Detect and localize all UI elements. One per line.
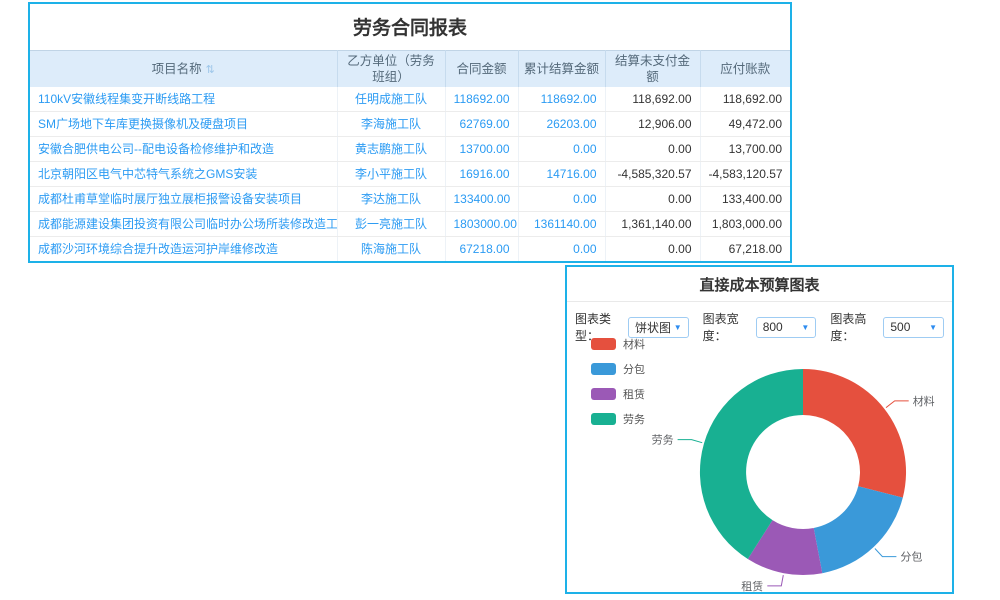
- cell-contract: 1803000.00: [445, 212, 518, 237]
- cell-team: 陈海施工队: [337, 237, 445, 262]
- cell-settled: 0.00: [518, 237, 605, 262]
- pie-label-line-材料: [886, 401, 909, 408]
- table-row: 北京朝阳区电气中芯特气系统之GMS安装李小平施工队16916.0014716.0…: [30, 162, 790, 187]
- cell-team: 李小平施工队: [337, 162, 445, 187]
- table-row: 成都沙河环境综合提升改造运河护岸维修改造陈海施工队67218.000.000.0…: [30, 237, 790, 262]
- labor-contract-report-panel: 劳务合同报表 项目名称 ⇅ 乙方单位（劳务班组） 合同金额 累计结算金额 结算未支…: [28, 2, 792, 263]
- cell-team: 任明成施工队: [337, 87, 445, 112]
- cell-project[interactable]: 安徽合肥供电公司--配电设备检修维护和改造: [30, 137, 337, 162]
- table-row: 成都能源建设集团投资有限公司临时办公场所装修改造工程EPC彭一亮施工队18030…: [30, 212, 790, 237]
- donut-chart: 材料分包租赁 劳务: [567, 267, 952, 592]
- cell-unpaid: 0.00: [605, 187, 700, 212]
- table-row: SM广场地下车库更换摄像机及硬盘项目李海施工队62769.0026203.001…: [30, 112, 790, 137]
- cell-payable: 13,700.00: [700, 137, 790, 162]
- labor-contract-table: 项目名称 ⇅ 乙方单位（劳务班组） 合同金额 累计结算金额 结算未支付金额 应付账…: [30, 50, 790, 261]
- cell-contract: 62769.00: [445, 112, 518, 137]
- sort-icon[interactable]: ⇅: [206, 64, 215, 76]
- pie-label-line-分包: [875, 549, 897, 557]
- cell-project[interactable]: 110kV安徽线程集变开断线路工程: [30, 87, 337, 112]
- pie-label-line-租赁: [767, 575, 783, 586]
- direct-cost-budget-chart-panel: 直接成本预算图表 图表类型： 饼状图 ▼ 图表宽度： 800 ▼ 图表高度： 5…: [565, 265, 954, 594]
- report-title: 劳务合同报表: [30, 4, 790, 50]
- col-header-payable: 应付账款: [700, 51, 790, 88]
- cell-settled: 0.00: [518, 187, 605, 212]
- pie-label-分包: 分包: [900, 551, 922, 564]
- cell-project[interactable]: 北京朝阳区电气中芯特气系统之GMS安装: [30, 162, 337, 187]
- pie-label-材料: 材料: [913, 394, 935, 408]
- cell-contract: 16916.00: [445, 162, 518, 187]
- cell-unpaid: 12,906.00: [605, 112, 700, 137]
- table-row: 成都杜甫草堂临时展厅独立展柜报警设备安装项目李达施工队133400.000.00…: [30, 187, 790, 212]
- table-row: 安徽合肥供电公司--配电设备检修维护和改造黄志鹏施工队13700.000.000…: [30, 137, 790, 162]
- pie-label-line-劳务: [678, 440, 703, 443]
- col-header-project-label: 项目名称: [152, 62, 202, 76]
- pie-segment-材料[interactable]: [803, 369, 906, 498]
- cell-team: 李达施工队: [337, 187, 445, 212]
- cell-settled: 26203.00: [518, 112, 605, 137]
- table-header-row: 项目名称 ⇅ 乙方单位（劳务班组） 合同金额 累计结算金额 结算未支付金额 应付账…: [30, 51, 790, 88]
- cell-payable: -4,583,120.57: [700, 162, 790, 187]
- cell-settled: 118692.00: [518, 87, 605, 112]
- col-header-team: 乙方单位（劳务班组）: [337, 51, 445, 88]
- cell-project[interactable]: 成都能源建设集团投资有限公司临时办公场所装修改造工程EPC: [30, 212, 337, 237]
- col-header-unpaid-amount: 结算未支付金额: [605, 51, 700, 88]
- cell-team: 彭一亮施工队: [337, 212, 445, 237]
- cell-project[interactable]: SM广场地下车库更换摄像机及硬盘项目: [30, 112, 337, 137]
- cell-unpaid: 1,361,140.00: [605, 212, 700, 237]
- cell-unpaid: 0.00: [605, 137, 700, 162]
- cell-team: 李海施工队: [337, 112, 445, 137]
- cell-contract: 13700.00: [445, 137, 518, 162]
- cell-settled: 1361140.00: [518, 212, 605, 237]
- cell-unpaid: 0.00: [605, 237, 700, 262]
- cell-payable: 1,803,000.00: [700, 212, 790, 237]
- col-header-settled-amount: 累计结算金额: [518, 51, 605, 88]
- table-row: 110kV安徽线程集变开断线路工程任明成施工队118692.00118692.0…: [30, 87, 790, 112]
- cell-payable: 118,692.00: [700, 87, 790, 112]
- cell-payable: 49,472.00: [700, 112, 790, 137]
- cell-project[interactable]: 成都杜甫草堂临时展厅独立展柜报警设备安装项目: [30, 187, 337, 212]
- cell-contract: 67218.00: [445, 237, 518, 262]
- cell-settled: 14716.00: [518, 162, 605, 187]
- cell-project[interactable]: 成都沙河环境综合提升改造运河护岸维修改造: [30, 237, 337, 262]
- col-header-project: 项目名称 ⇅: [30, 51, 337, 88]
- cell-unpaid: 118,692.00: [605, 87, 700, 112]
- cell-payable: 67,218.00: [700, 237, 790, 262]
- col-header-contract-amount: 合同金额: [445, 51, 518, 88]
- pie-label-劳务: 劳务: [652, 434, 674, 447]
- pie-label-租赁: 租赁: [741, 579, 763, 592]
- cell-contract: 118692.00: [445, 87, 518, 112]
- pie-segment-分包[interactable]: [814, 486, 903, 573]
- cell-payable: 133,400.00: [700, 187, 790, 212]
- cell-unpaid: -4,585,320.57: [605, 162, 700, 187]
- cell-contract: 133400.00: [445, 187, 518, 212]
- cell-settled: 0.00: [518, 137, 605, 162]
- cell-team: 黄志鹏施工队: [337, 137, 445, 162]
